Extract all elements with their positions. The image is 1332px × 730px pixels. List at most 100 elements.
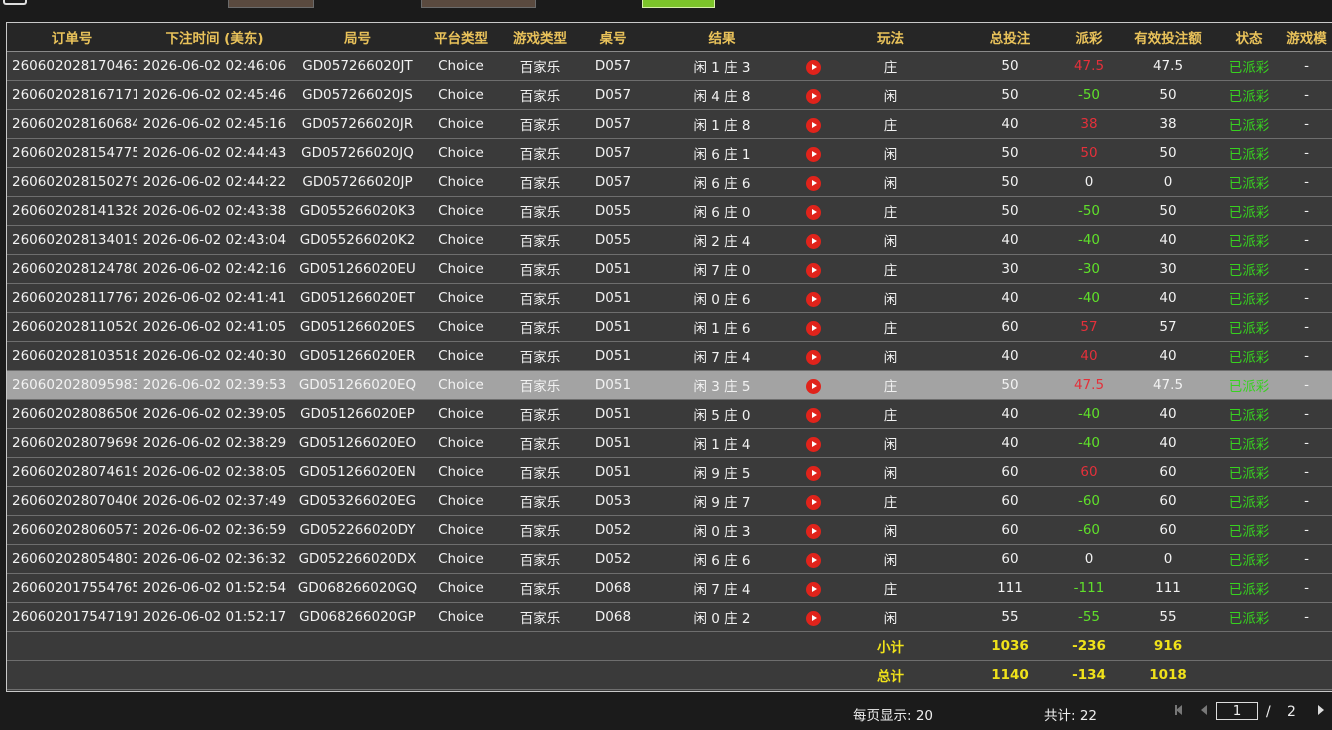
- status-cell: 已派彩: [1224, 573, 1274, 603]
- total-bet-cell: 50: [954, 167, 1066, 197]
- page-separator: /: [1266, 704, 1271, 720]
- table-row[interactable]: 260602028079698 2026-06-02 02:38:29 GD0512…: [7, 428, 1332, 458]
- toolbar-button-2[interactable]: [421, 0, 536, 8]
- table-row[interactable]: 260602028141328 2026-06-02 02:43:38 GD0552…: [7, 196, 1332, 226]
- payout-cell: -40: [1066, 225, 1112, 255]
- table-row[interactable]: 260602028086506 2026-06-02 02:39:05 GD0512…: [7, 399, 1332, 429]
- valid-bet-cell: 50: [1112, 80, 1224, 110]
- column-header: 游戏模: [1274, 23, 1332, 52]
- platform-cell: Choice: [423, 283, 499, 313]
- play-icon[interactable]: [805, 581, 821, 597]
- payout-cell: -50: [1066, 80, 1112, 110]
- payout-cell: -30: [1066, 254, 1112, 284]
- column-header: 平台类型: [423, 23, 499, 52]
- table-row[interactable]: 260602028150279 2026-06-02 02:44:22 GD0572…: [7, 167, 1332, 197]
- table-row[interactable]: 260602028070406 2026-06-02 02:37:49 GD0532…: [7, 486, 1332, 516]
- first-page-icon[interactable]: [1175, 705, 1182, 715]
- total-bet-cell: 40: [954, 225, 1066, 255]
- summary-spacer: [1224, 631, 1332, 661]
- table-row[interactable]: 260602017554765 2026-06-02 01:52:54 GD0682…: [7, 573, 1332, 603]
- play-icon[interactable]: [805, 262, 821, 278]
- play-icon[interactable]: [805, 378, 821, 394]
- payout-cell: 50: [1066, 138, 1112, 168]
- total-bet-cell: 60: [954, 312, 1066, 342]
- table-number-cell: D055: [581, 196, 645, 226]
- total-pages-label: 2: [1287, 704, 1296, 720]
- play-icon[interactable]: [805, 88, 821, 104]
- table-row[interactable]: 260602028134019 2026-06-02 02:43:04 GD0552…: [7, 225, 1332, 255]
- play-icon[interactable]: [805, 494, 821, 510]
- round-id-cell: GD053266020EG: [292, 486, 423, 516]
- game-mode-cell: -: [1274, 51, 1332, 81]
- table-row[interactable]: 260602028074619 2026-06-02 02:38:05 GD0512…: [7, 457, 1332, 487]
- table-row[interactable]: 260602028103518 2026-06-02 02:40:30 GD0512…: [7, 341, 1332, 371]
- platform-cell: Choice: [423, 80, 499, 110]
- bet-time-cell: 2026-06-02 02:44:43: [137, 138, 292, 168]
- toolbar-button-active[interactable]: [642, 0, 715, 8]
- play-icon[interactable]: [805, 407, 821, 423]
- prev-page-icon[interactable]: [1201, 705, 1207, 715]
- order-number-cell: 260602017554765: [7, 573, 137, 603]
- play-icon[interactable]: [805, 552, 821, 568]
- table-row[interactable]: 260602028117767 2026-06-02 02:41:41 GD0512…: [7, 283, 1332, 313]
- play-icon[interactable]: [805, 465, 821, 481]
- play-icon[interactable]: [805, 349, 821, 365]
- play-icon[interactable]: [805, 117, 821, 133]
- bet-time-cell: 2026-06-02 02:43:38: [137, 196, 292, 226]
- column-header: 状态: [1224, 23, 1274, 52]
- select-all-checkbox[interactable]: [3, 0, 27, 5]
- table-row[interactable]: 260602028095983 2026-06-02 02:39:53 GD0512…: [7, 370, 1332, 400]
- play-icon[interactable]: [805, 291, 821, 307]
- table-row[interactable]: 260602028124780 2026-06-02 02:42:16 GD0512…: [7, 254, 1332, 284]
- play-icon[interactable]: [805, 146, 821, 162]
- total-bet-cell: 111: [954, 573, 1066, 603]
- play-icon[interactable]: [805, 523, 821, 539]
- total-bet-cell: 40: [954, 399, 1066, 429]
- table-row[interactable]: 260602017547191 2026-06-02 01:52:17 GD0682…: [7, 602, 1332, 632]
- summary-spacer: [7, 660, 827, 690]
- play-icon[interactable]: [805, 610, 821, 626]
- payout-cell: -111: [1066, 573, 1112, 603]
- subtotal-valid: 916: [1112, 631, 1224, 661]
- valid-bet-cell: 50: [1112, 138, 1224, 168]
- game-mode-cell: -: [1274, 312, 1332, 342]
- table-row[interactable]: 260602028110520 2026-06-02 02:41:05 GD0512…: [7, 312, 1332, 342]
- total-bet-cell: 50: [954, 138, 1066, 168]
- status-cell: 已派彩: [1224, 341, 1274, 371]
- table-row[interactable]: 260602028170463 2026-06-02 02:46:06 GD0572…: [7, 51, 1332, 81]
- table-row[interactable]: 260602028054803 2026-06-02 02:36:32 GD0522…: [7, 544, 1332, 574]
- bet-option-cell: 闲: [827, 428, 954, 458]
- play-icon[interactable]: [805, 233, 821, 249]
- table-row[interactable]: 260602028160684 2026-06-02 02:45:16 GD0572…: [7, 109, 1332, 139]
- replay-cell: [799, 544, 827, 574]
- table-number-cell: D052: [581, 515, 645, 545]
- play-icon[interactable]: [805, 59, 821, 75]
- bet-option-cell: 闲: [827, 283, 954, 313]
- order-number-cell: 260602028170463: [7, 51, 137, 81]
- table-number-cell: D057: [581, 109, 645, 139]
- bet-time-cell: 2026-06-02 02:39:05: [137, 399, 292, 429]
- game-mode-cell: -: [1274, 167, 1332, 197]
- page-number-input[interactable]: [1216, 702, 1258, 720]
- platform-cell: Choice: [423, 399, 499, 429]
- play-icon[interactable]: [805, 436, 821, 452]
- table-row[interactable]: 260602028167171 2026-06-02 02:45:46 GD0572…: [7, 80, 1332, 110]
- toolbar-button-1[interactable]: [228, 0, 314, 8]
- play-icon[interactable]: [805, 175, 821, 191]
- replay-cell: [799, 109, 827, 139]
- play-icon[interactable]: [805, 320, 821, 336]
- valid-bet-cell: 30: [1112, 254, 1224, 284]
- table-row[interactable]: 260602028154775 2026-06-02 02:44:43 GD0572…: [7, 138, 1332, 168]
- table-row[interactable]: 260602028060573 2026-06-02 02:36:59 GD0522…: [7, 515, 1332, 545]
- next-page-icon[interactable]: [1318, 705, 1324, 715]
- game-mode-cell: -: [1274, 225, 1332, 255]
- order-number-cell: 260602028167171: [7, 80, 137, 110]
- bet-time-cell: 2026-06-02 02:41:05: [137, 312, 292, 342]
- game-mode-cell: -: [1274, 254, 1332, 284]
- result-cell: 闲 0 庄 3: [645, 515, 799, 545]
- game-type-cell: 百家乐: [499, 196, 581, 226]
- game-type-cell: 百家乐: [499, 225, 581, 255]
- platform-cell: Choice: [423, 573, 499, 603]
- play-icon[interactable]: [805, 204, 821, 220]
- result-cell: 闲 1 庄 6: [645, 312, 799, 342]
